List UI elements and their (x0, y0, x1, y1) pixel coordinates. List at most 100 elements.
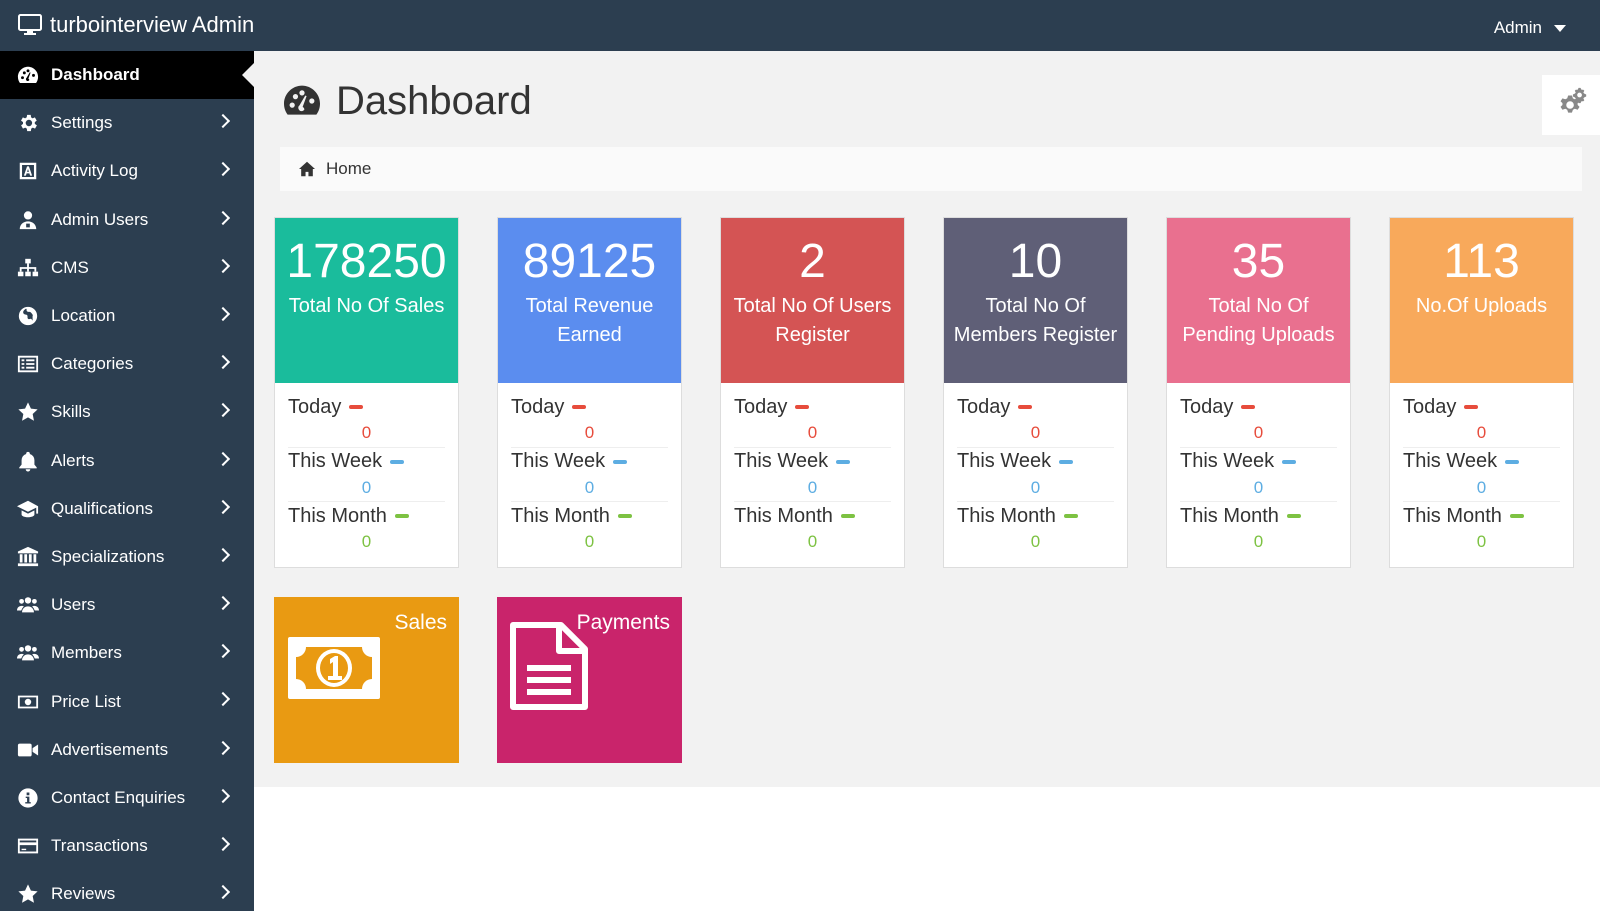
sidebar-item-label: Contact Enquiries (51, 787, 186, 807)
stat-label: Total No Of Members Register (953, 295, 1118, 346)
activity-log-icon (16, 159, 40, 183)
sidebar-item-activity-log[interactable]: Activity Log (0, 147, 254, 195)
minus-icon (1063, 514, 1078, 518)
stat-card-users-register: 2 Total No Of Users Register Today 0 This… (720, 217, 905, 568)
gears-icon (1560, 87, 1587, 113)
stat-row-month: This Month 0 (288, 502, 445, 557)
stat-header: 2 Total No Of Users Register (721, 218, 904, 383)
sidebar-item-price-list[interactable]: Price List (0, 677, 254, 725)
theme-settings-button[interactable] (1542, 75, 1600, 135)
sidebar-item-location[interactable]: Location (0, 292, 254, 340)
stat-row-week: This Week 0 (957, 448, 1114, 502)
sales-tile[interactable]: Sales (274, 597, 459, 763)
row-value: 0 (1030, 423, 1041, 442)
breadcrumb: Home (280, 147, 1582, 191)
users-icon (16, 593, 40, 617)
dashboard-icon (16, 63, 40, 87)
minus-icon (613, 459, 628, 464)
page-footer-area (254, 787, 1600, 911)
tile-label: Sales (394, 611, 447, 634)
sidebar-item-contact-enquiries[interactable]: Contact Enquiries (0, 774, 254, 822)
sidebar-item-members[interactable]: Members (0, 629, 254, 677)
brand[interactable]: turbointerview Admin (18, 12, 254, 38)
chevron-right-icon (215, 836, 231, 852)
row-value: 0 (1476, 477, 1487, 497)
tile-label: Payments (576, 611, 670, 634)
row-label: Today (511, 395, 565, 418)
stat-row-month: This Month 0 (1180, 502, 1337, 557)
sidebar-item-label: Transactions (51, 836, 148, 856)
sidebar-item-cms[interactable]: CMS (0, 244, 254, 292)
stat-body: Today 0 This Week 0 This Month 0 (1167, 383, 1350, 557)
stat-row-today: Today 0 (288, 393, 445, 448)
credit-card-icon (16, 834, 40, 858)
user-menu[interactable]: Admin (1494, 18, 1566, 38)
main-content: Dashboard Home 178250 Total No Of Sales … (254, 51, 1600, 787)
info-icon (16, 786, 40, 810)
row-value: 0 (361, 532, 372, 551)
stat-row-week: This Week 0 (1180, 448, 1337, 502)
stat-row-month: This Month 0 (734, 502, 891, 557)
sidebar-item-label: Settings (51, 113, 113, 133)
home-icon (299, 161, 315, 177)
sidebar-item-advertisements[interactable]: Advertisements (0, 726, 254, 774)
sidebar-item-settings[interactable]: Settings (0, 99, 254, 147)
globe-icon (16, 304, 40, 328)
stat-label: Total No Of Users Register (733, 295, 892, 346)
sidebar-item-label: Location (51, 306, 116, 326)
bank-icon (16, 545, 40, 569)
row-label: This Week (511, 450, 606, 472)
payments-tile[interactable]: Payments (497, 597, 682, 763)
sidebar-item-transactions[interactable]: Transactions (0, 822, 254, 870)
row-label: This Month (1403, 504, 1502, 527)
minus-icon (1018, 405, 1033, 409)
row-value: 0 (361, 477, 372, 497)
sidebar-item-specializations[interactable]: Specializations (0, 533, 254, 581)
sidebar-item-label: Activity Log (51, 161, 138, 181)
sidebar-item-reviews[interactable]: Reviews (0, 870, 254, 911)
row-value: 0 (1476, 423, 1487, 442)
stat-number: 89125 (522, 235, 657, 288)
minus-icon (1059, 459, 1074, 464)
sidebar-item-admin-users[interactable]: Admin Users (0, 196, 254, 244)
sidebar-item-dashboard[interactable]: Dashboard (0, 51, 254, 100)
sidebar-item-alerts[interactable]: Alerts (0, 437, 254, 485)
stat-row-today: Today 0 (957, 393, 1114, 448)
sidebar-item-label: Members (51, 643, 122, 663)
chevron-right-icon (215, 595, 231, 611)
money-icon (16, 690, 40, 714)
row-value: 0 (807, 477, 818, 497)
stat-row-today: Today 0 (734, 393, 891, 448)
sidebar-item-qualifications[interactable]: Qualifications (0, 485, 254, 533)
chevron-right-icon (215, 258, 231, 273)
sidebar-item-categories[interactable]: Categories (0, 340, 254, 388)
stat-row-today: Today 0 (1403, 393, 1560, 448)
monitor-icon (18, 14, 42, 35)
chevron-right-icon (215, 403, 231, 418)
stat-row-month: This Month 0 (1403, 502, 1560, 557)
row-value: 0 (584, 423, 595, 442)
row-label: This Week (957, 450, 1052, 472)
star-icon (16, 882, 40, 906)
page-title: Dashboard (282, 79, 532, 124)
sidebar: Dashboard Settings Activity Log Admin Us… (0, 51, 254, 911)
sidebar-item-users[interactable]: Users (0, 581, 254, 629)
stat-row-month: This Month 0 (957, 502, 1114, 557)
chevron-right-icon (215, 692, 231, 707)
row-value: 0 (584, 477, 595, 497)
sidebar-item-skills[interactable]: Skills (0, 388, 254, 436)
chevron-right-icon (215, 306, 231, 322)
page-title-text: Dashboard (336, 79, 532, 123)
list-icon (16, 352, 40, 376)
minus-icon (349, 405, 364, 409)
minus-icon (1505, 459, 1520, 464)
row-label: This Week (1403, 450, 1498, 472)
stat-body: Today 0 This Week 0 This Month 0 (944, 383, 1127, 557)
minus-icon (617, 514, 632, 518)
stat-body: Today 0 This Week 0 This Month 0 (498, 383, 681, 557)
stat-card-uploads: 113 No.Of Uploads Today 0 This Week 0 This… (1389, 217, 1574, 568)
chevron-right-icon (215, 210, 231, 225)
stat-number: 2 (799, 235, 826, 288)
breadcrumb-home-link[interactable]: Home (326, 159, 371, 179)
chevron-right-icon (215, 547, 231, 562)
